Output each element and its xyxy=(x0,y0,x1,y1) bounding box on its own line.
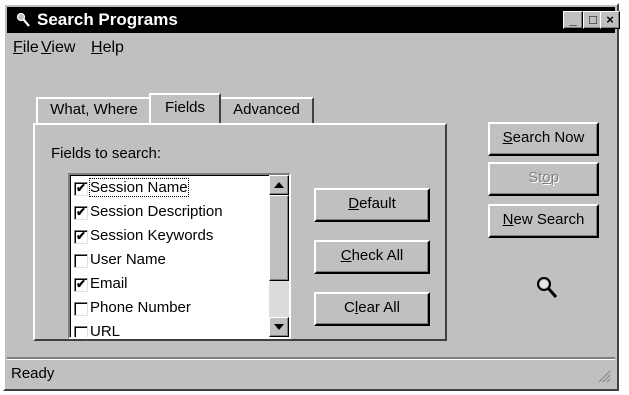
scroll-thumb[interactable] xyxy=(269,195,289,281)
list-item[interactable]: ✔ Session Description xyxy=(72,201,272,225)
list-item-label: User Name xyxy=(90,251,166,268)
magnifier-icon xyxy=(537,277,558,298)
list-item-label: Session Keywords xyxy=(90,227,214,244)
arrow-up-icon xyxy=(274,182,284,188)
list-item-label: URL xyxy=(90,323,121,339)
size-grip-icon[interactable] xyxy=(597,369,611,383)
minimize-button[interactable]: _ xyxy=(563,11,583,29)
checkbox[interactable]: ✔ xyxy=(74,206,88,220)
scroll-down-button[interactable] xyxy=(269,317,289,337)
search-app-icon xyxy=(16,12,30,27)
close-button[interactable]: × xyxy=(600,11,620,29)
scroll-up-button[interactable] xyxy=(269,175,289,195)
list-item-label: Session Name xyxy=(89,178,189,197)
new-search-button[interactable]: New Search xyxy=(488,204,599,238)
checkbox[interactable] xyxy=(74,254,88,268)
list-item[interactable]: User Name xyxy=(72,249,272,273)
menu-view[interactable]: View xyxy=(41,39,75,57)
tab-fields[interactable]: Fields xyxy=(149,93,221,123)
list-item[interactable]: ✔ Session Keywords xyxy=(72,225,272,249)
list-item-label: Session Description xyxy=(90,203,223,220)
default-button[interactable]: Default xyxy=(314,188,430,222)
minimize-icon: _ xyxy=(569,12,577,27)
menu-file[interactable]: File xyxy=(13,39,39,57)
fields-heading: Fields to search: xyxy=(51,145,162,162)
list-item[interactable]: URL xyxy=(72,321,272,339)
list-item-label: Email xyxy=(90,275,128,292)
checkbox[interactable] xyxy=(74,302,88,316)
menu-help[interactable]: Help xyxy=(91,39,124,57)
tab-what-where[interactable]: What, Where xyxy=(36,97,152,123)
window-title: Search Programs xyxy=(37,10,178,29)
list-scrollbar[interactable] xyxy=(269,175,289,337)
checkbox[interactable]: ✔ xyxy=(74,230,88,244)
list-item[interactable]: Phone Number xyxy=(72,297,272,321)
check-all-button[interactable]: Check All xyxy=(314,240,430,274)
list-item-label: Phone Number xyxy=(90,299,191,316)
status-bar: Ready xyxy=(7,358,615,387)
status-text: Ready xyxy=(11,365,55,382)
close-icon: × xyxy=(606,12,614,27)
maximize-icon: □ xyxy=(589,12,597,27)
tab-advanced[interactable]: Advanced xyxy=(219,97,314,123)
checkbox[interactable]: ✔ xyxy=(74,182,88,196)
fields-listbox[interactable]: ✔ Session Name ✔ Session Description ✔ S… xyxy=(68,173,291,339)
search-now-button[interactable]: Search Now xyxy=(488,122,599,156)
clear-all-button[interactable]: Clear All xyxy=(314,292,430,326)
stop-button[interactable]: Stop xyxy=(488,162,599,196)
search-programs-window: Search Programs _ □ × File View Help Wha… xyxy=(3,3,620,391)
checkbox[interactable]: ✔ xyxy=(74,278,88,292)
fields-tab-panel: Fields to search: ✔ Session Name ✔ Sessi… xyxy=(33,123,447,341)
title-bar[interactable]: Search Programs _ □ × xyxy=(7,7,620,33)
list-item[interactable]: ✔ Email xyxy=(72,273,272,297)
arrow-down-icon xyxy=(274,324,284,330)
checkbox[interactable] xyxy=(74,326,88,337)
list-item[interactable]: ✔ Session Name xyxy=(72,177,272,201)
